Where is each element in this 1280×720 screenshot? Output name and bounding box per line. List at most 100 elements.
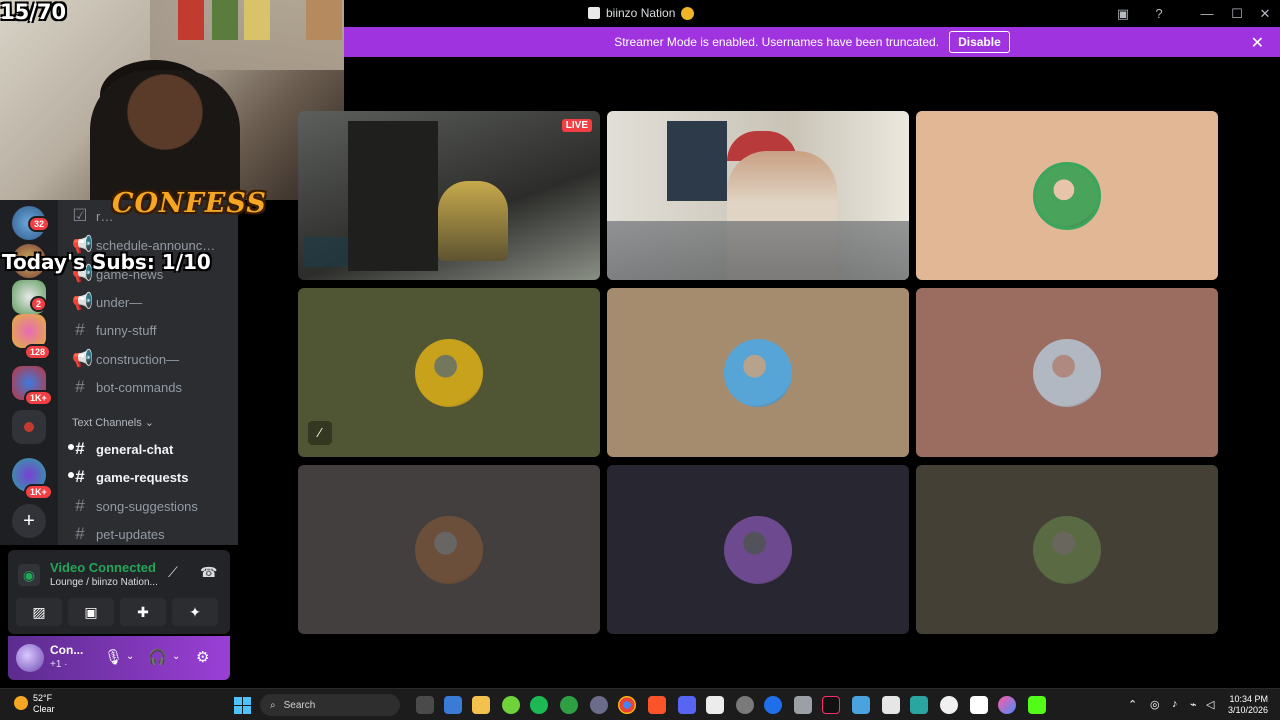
edge-icon[interactable] [764, 696, 782, 714]
kick-icon[interactable] [1028, 696, 1046, 714]
channel-item[interactable]: # general-chat [68, 439, 173, 459]
chrome-icon[interactable] [618, 696, 636, 714]
avatar[interactable] [16, 644, 44, 672]
screen-share-button[interactable]: ▣ [68, 598, 114, 626]
unread-indicator [68, 444, 74, 450]
channel-item[interactable]: # bot-commands [72, 377, 182, 397]
webcam-feed [0, 0, 344, 200]
avatar [1033, 338, 1101, 407]
tiktok-icon[interactable] [822, 696, 840, 714]
file-explorer-icon[interactable] [472, 696, 490, 714]
channel-item[interactable]: 📢 under— [72, 292, 142, 312]
mention-badge: 1K+ [24, 484, 53, 500]
avatar [724, 338, 792, 407]
app-icon[interactable] [706, 696, 724, 714]
capcut-icon[interactable] [882, 696, 900, 714]
channel-item[interactable]: ☑ r… [72, 206, 113, 226]
disconnect-icon[interactable]: ☎ [200, 564, 217, 581]
network-icon[interactable]: ⌁ [1190, 698, 1197, 711]
search-placeholder: Search [283, 699, 316, 711]
volume-icon[interactable]: ◁ [1206, 698, 1214, 711]
app-icon[interactable] [502, 696, 520, 714]
inbox-icon[interactable]: ▣ [1114, 5, 1132, 23]
xbox-icon[interactable] [560, 696, 578, 714]
discord-icon[interactable] [678, 696, 696, 714]
channel-label: pet-updates [96, 526, 165, 542]
video-tile-stream[interactable]: LIVE [298, 111, 600, 280]
channel-item[interactable]: # game-requests [68, 467, 188, 487]
video-tile[interactable] [916, 288, 1218, 457]
disable-streamer-mode-button[interactable]: Disable [949, 31, 1010, 53]
avatar [415, 338, 483, 407]
video-tile[interactable] [607, 288, 909, 457]
tray-chevron-up-icon[interactable]: ⌃ [1128, 698, 1137, 711]
signal-icon[interactable]: ◉ [18, 564, 40, 586]
title-bar: biinzo Nation ▣ ? — ☐ ✕ [344, 0, 1280, 27]
megaphone-icon: 📢 [72, 292, 94, 311]
channel-item[interactable]: # funny-stuff [72, 320, 156, 340]
user-status: +1 · [50, 659, 68, 670]
task-view-icon[interactable] [416, 696, 434, 714]
settings-gear-icon[interactable]: ⚙ [196, 648, 209, 666]
app-icon[interactable] [590, 696, 608, 714]
weather-condition: Clear [33, 704, 55, 714]
help-icon[interactable]: ? [1150, 5, 1168, 23]
hash-icon: # [75, 439, 85, 458]
close-window-button[interactable]: ✕ [1256, 5, 1274, 23]
minimize-button[interactable]: — [1198, 5, 1216, 23]
server-icon[interactable] [12, 410, 46, 444]
server-icon [588, 7, 600, 19]
voice-status: Video Connected [50, 560, 156, 575]
taskbar-search[interactable]: ⌕ Search [260, 694, 400, 716]
chevron-down-icon[interactable]: ⌄ [172, 651, 180, 662]
poster [244, 0, 270, 40]
headphones-icon[interactable]: 🎧 [148, 648, 167, 666]
channel-item[interactable]: 📢 construction— [72, 349, 179, 369]
noise-suppression-icon[interactable]: ⟋ [168, 564, 178, 581]
video-tile[interactable] [607, 465, 909, 634]
chevron-down-icon[interactable]: ⌄ [126, 651, 134, 662]
photos-icon[interactable] [852, 696, 870, 714]
mention-badge: 1K+ [24, 390, 53, 406]
video-tile[interactable]: ⁄ [298, 288, 600, 457]
server-icon[interactable] [12, 314, 46, 348]
channel-label: bot-commands [96, 379, 182, 395]
unread-indicator [68, 472, 74, 478]
app-icon[interactable] [998, 696, 1016, 714]
tray-icon[interactable]: ◎ [1150, 698, 1160, 711]
voice-location[interactable]: Lounge / biinzo Nation... [50, 577, 158, 588]
camera-icon[interactable] [794, 696, 812, 714]
username: Con... [50, 643, 84, 657]
windows-start-icon[interactable] [234, 697, 251, 714]
store-icon[interactable] [444, 696, 462, 714]
close-banner-icon[interactable]: ✕ [1251, 33, 1264, 53]
screen: 15/70 biinzo Nation ▣ ? — ☐ ✕ Streamer M… [0, 0, 1280, 720]
obs-icon[interactable] [940, 696, 958, 714]
activities-button[interactable]: ✚ [120, 598, 166, 626]
channel-item[interactable]: # song-suggestions [72, 496, 198, 516]
document-icon[interactable] [970, 696, 988, 714]
soundboard-button[interactable]: ✦ [172, 598, 218, 626]
brave-icon[interactable] [648, 696, 666, 714]
clock[interactable]: 10:34 PM 3/10/2026 [1224, 694, 1268, 716]
video-tile[interactable] [916, 465, 1218, 634]
add-server-button[interactable]: + [12, 504, 46, 538]
windows-taskbar: 52°F Clear ⌕ Search ⌃ ◎ ♪ ⌁ ◁ 10:34 PM 3… [0, 688, 1280, 720]
maximize-button[interactable]: ☐ [1228, 5, 1246, 23]
microphone-icon[interactable]: 🎙 [104, 648, 123, 666]
video-tile[interactable] [916, 111, 1218, 280]
video-tile[interactable] [298, 465, 600, 634]
camera-off-button[interactable]: ▨ [16, 598, 62, 626]
channel-item[interactable]: # pet-updates [72, 524, 165, 544]
video-tile-camera[interactable] [607, 111, 909, 280]
mention-badge: 128 [24, 344, 52, 360]
app-icon[interactable] [910, 696, 928, 714]
category-text-channels[interactable]: Text Channels ⌄ [72, 416, 154, 429]
megaphone-icon: 📢 [72, 349, 94, 368]
spotify-icon[interactable] [530, 696, 548, 714]
tray-microphone-icon[interactable]: ♪ [1172, 698, 1178, 710]
game-doorway [348, 121, 438, 271]
weather-widget[interactable]: 52°F Clear [14, 693, 55, 715]
temperature: 52°F [33, 693, 53, 703]
app-icon[interactable] [736, 696, 754, 714]
